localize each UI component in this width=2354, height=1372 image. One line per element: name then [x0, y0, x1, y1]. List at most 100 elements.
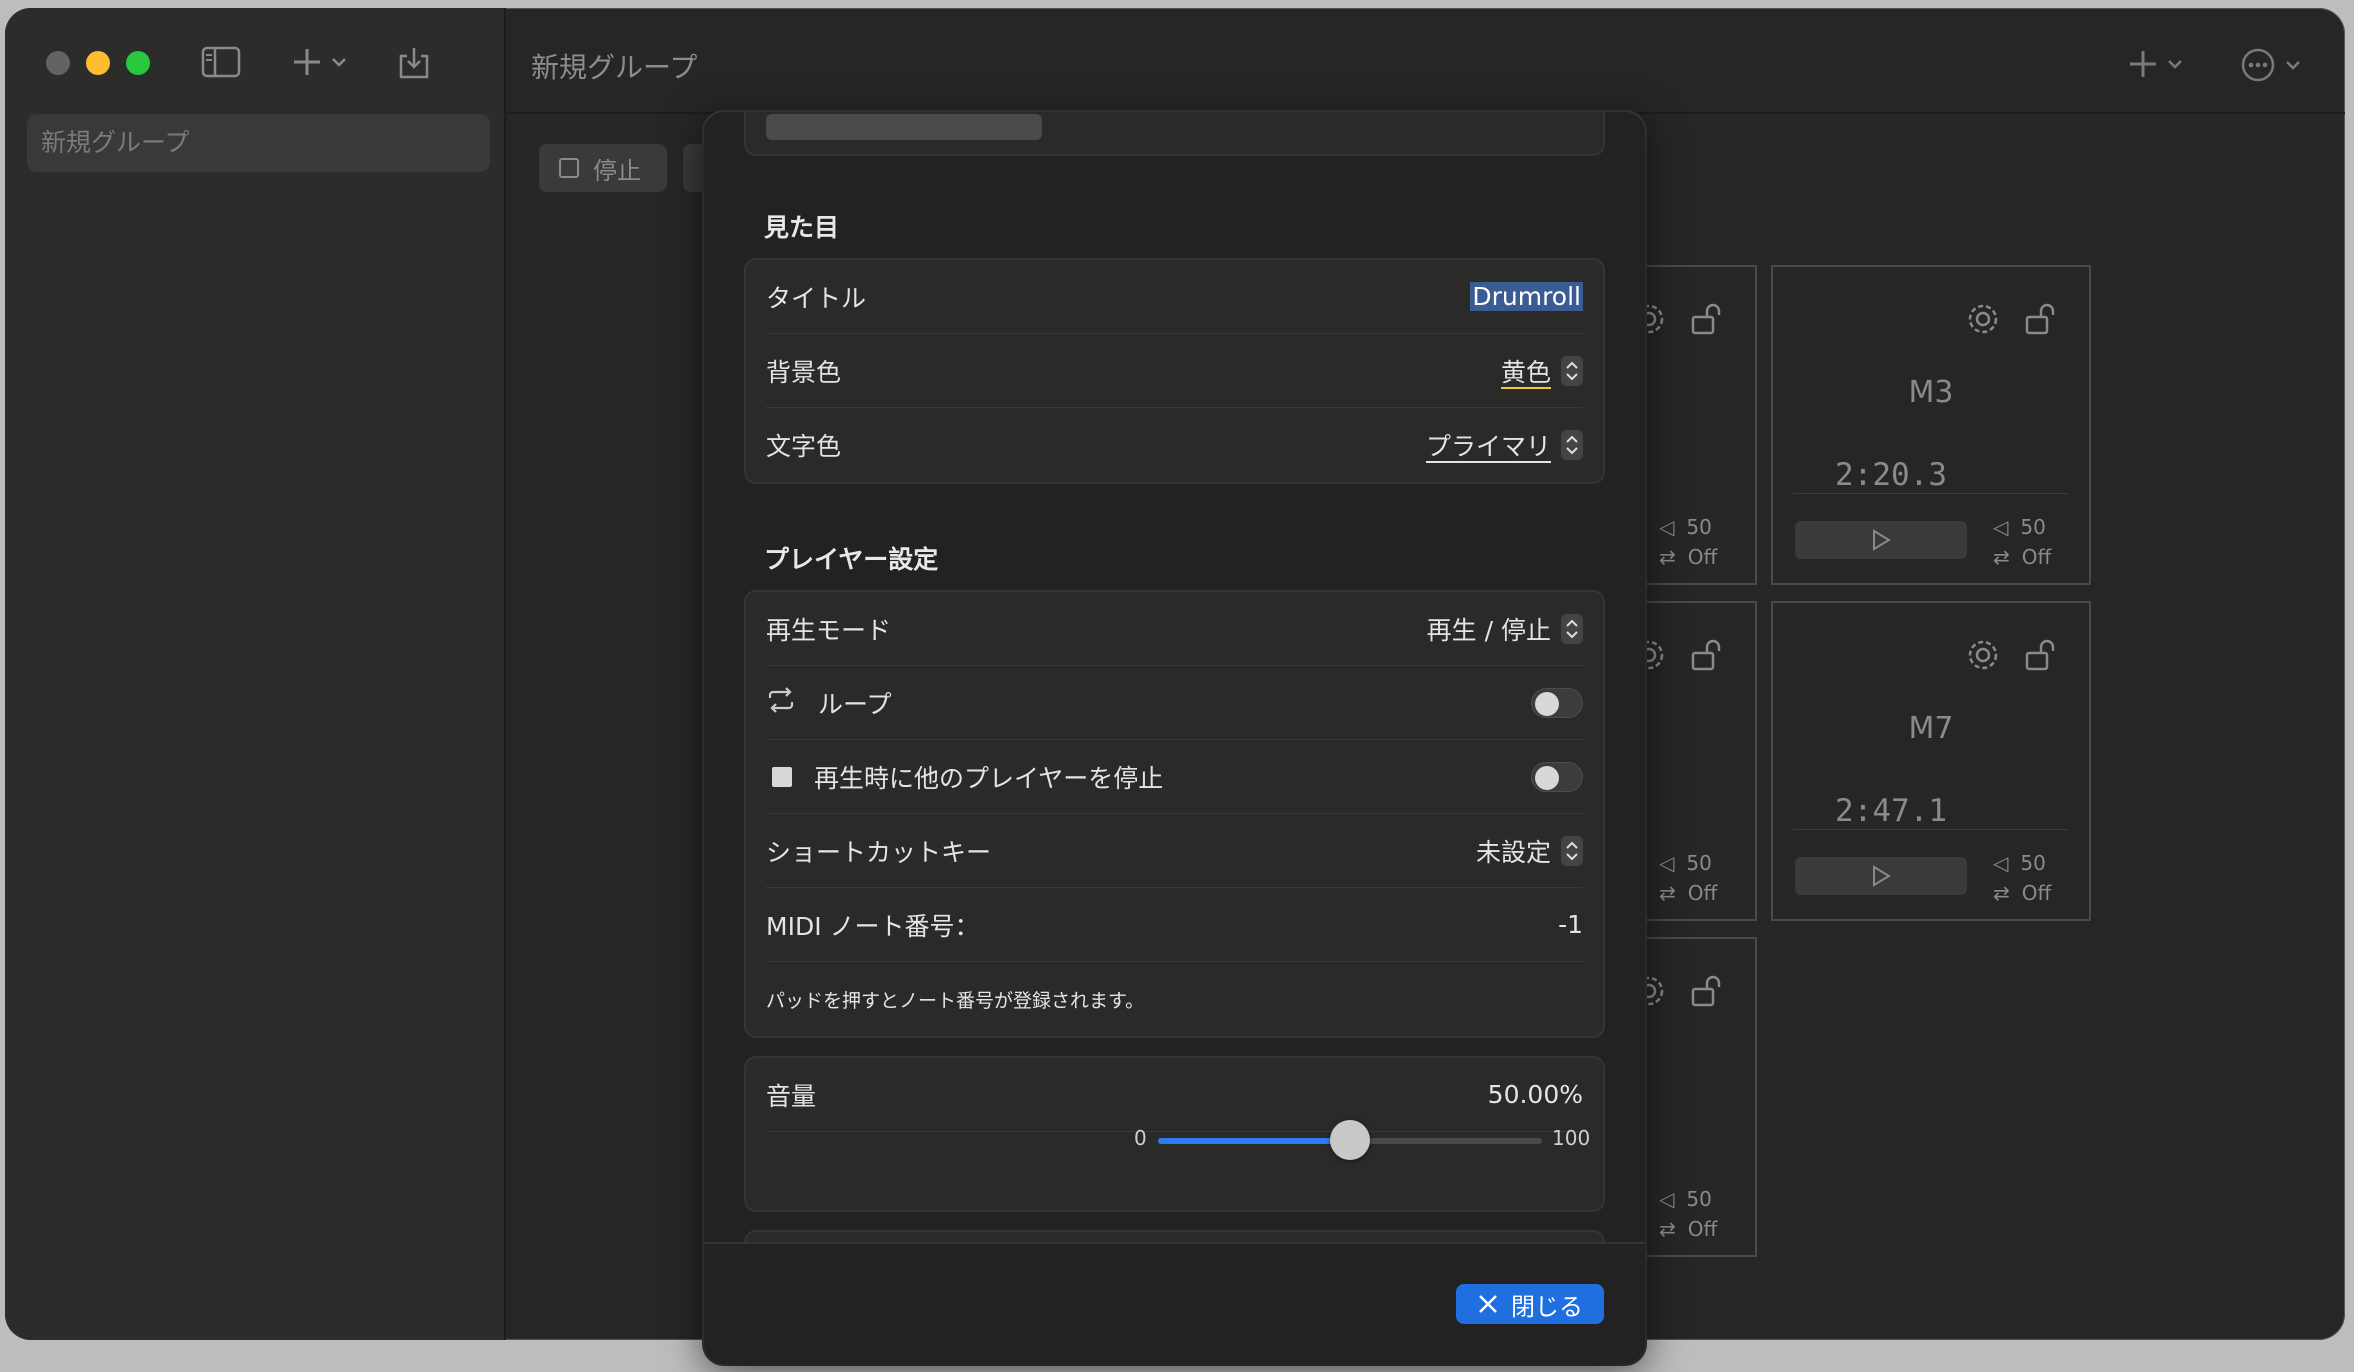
- window-zoom-button[interactable]: [126, 51, 150, 75]
- player-card: 再生モード 再生 / 停止 ループ 再生時に他のプレイヤーを停止 ショートカット…: [744, 590, 1605, 1038]
- title-row: タイトル Drumroll: [766, 260, 1583, 334]
- play-mode-value: 再生 / 停止: [1426, 615, 1551, 645]
- stop-square-icon: [772, 766, 792, 787]
- up-down-chevron-icon: [1561, 613, 1583, 644]
- shortcut-label: ショートカットキー: [766, 837, 992, 867]
- play-button[interactable]: [1795, 857, 1967, 895]
- pad-time: 2:47.1: [1835, 793, 1947, 829]
- add-pad-icon[interactable]: [2127, 48, 2193, 84]
- unlock-icon[interactable]: [1689, 973, 1725, 1013]
- pad-volume: ◁ 50: [1659, 515, 1712, 539]
- close-icon: [1479, 1295, 1497, 1313]
- sidebar: 新規グループ: [5, 8, 506, 1340]
- unlock-icon[interactable]: [2023, 637, 2059, 677]
- loop-icon: ⇄: [1659, 1217, 1676, 1241]
- pad-divider: [1793, 493, 2069, 494]
- play-button[interactable]: [1795, 521, 1967, 559]
- pad-loop: ⇄ Off: [1659, 545, 1717, 569]
- add-menu-icon[interactable]: [291, 46, 357, 82]
- background-color-value: 黄色: [1500, 357, 1551, 387]
- volume-label: 音量: [766, 1081, 817, 1111]
- clipped-button-row[interactable]: [766, 114, 1042, 140]
- play-icon: [1873, 529, 1891, 551]
- volume-max-label: 100: [1552, 1126, 1591, 1150]
- pad-m7[interactable]: M7 2:47.1 ◁ 50 ⇄ Off: [1771, 601, 2091, 921]
- loop-icon: [766, 686, 796, 719]
- pad-name: M3: [1908, 375, 1954, 410]
- title-input[interactable]: Drumroll: [1470, 282, 1583, 311]
- volume-card: 音量 50.00% 0 100: [744, 1056, 1605, 1212]
- text-color-label: 文字色: [766, 432, 842, 461]
- pad-name: M7: [1908, 711, 1954, 746]
- text-color-value: プライマリ: [1425, 432, 1551, 461]
- speaker-icon: ◁: [1659, 515, 1675, 539]
- close-button[interactable]: 閉じる: [1456, 1284, 1604, 1324]
- stop-all-button[interactable]: 停止: [539, 144, 667, 192]
- more-options-icon[interactable]: [2241, 48, 2311, 86]
- stop-others-toggle[interactable]: [1531, 761, 1583, 792]
- speaker-icon: ◁: [1659, 1187, 1675, 1211]
- volume-value: 50.00%: [1487, 1080, 1583, 1109]
- play-mode-row: 再生モード 再生 / 停止: [766, 592, 1583, 666]
- pad-loop: ⇄ Off: [1993, 545, 2051, 569]
- pad-loop-value: Off: [1687, 881, 1718, 905]
- volume-min-label: 0: [1134, 1126, 1147, 1150]
- sidebar-toggle-icon[interactable]: [201, 46, 241, 82]
- background-color-label: 背景色: [766, 357, 842, 387]
- text-color-picker[interactable]: プライマリ: [1426, 427, 1583, 463]
- play-mode-picker[interactable]: 再生 / 停止: [1427, 611, 1583, 647]
- play-icon: [1873, 865, 1891, 887]
- pad-loop-value: Off: [2021, 545, 2052, 569]
- gear-icon[interactable]: [1965, 637, 2001, 677]
- loop-icon: ⇄: [1659, 881, 1676, 905]
- pad-loop: ⇄ Off: [1659, 1217, 1717, 1241]
- import-icon[interactable]: [397, 46, 431, 84]
- volume-row: 音量 50.00%: [766, 1058, 1583, 1132]
- player-section-title: プレイヤー設定: [764, 545, 939, 574]
- stop-others-row: 再生時に他のプレイヤーを停止: [766, 740, 1583, 814]
- pad-loop: ⇄ Off: [1659, 881, 1717, 905]
- volume-slider-fill: [1158, 1138, 1350, 1144]
- pad-settings-sheet: 見た目 タイトル Drumroll 背景色 黄色 文字色 プライマリ プレイヤー…: [704, 112, 1645, 1364]
- unlock-icon[interactable]: [2023, 301, 2059, 341]
- pad-volume: ◁ 50: [1993, 515, 2046, 539]
- up-down-chevron-icon: [1561, 835, 1583, 866]
- gear-icon[interactable]: [1965, 301, 2001, 341]
- pad-volume-value: 50: [1686, 1187, 1712, 1211]
- loop-row: ループ: [766, 666, 1583, 740]
- pad-divider: [1793, 829, 2069, 830]
- title-label: タイトル: [766, 283, 867, 313]
- volume-slider[interactable]: [1158, 1120, 1542, 1160]
- background-color-picker[interactable]: 黄色: [1501, 353, 1583, 389]
- pad-loop: ⇄ Off: [1993, 881, 2051, 905]
- pad-m3[interactable]: M3 2:20.3 ◁ 50 ⇄ Off: [1771, 265, 2091, 585]
- speaker-icon: ◁: [1993, 515, 2009, 539]
- pad-loop-value: Off: [1687, 545, 1718, 569]
- midi-value[interactable]: -1: [1558, 910, 1583, 939]
- unlock-icon[interactable]: [1689, 637, 1725, 677]
- pad-time: 2:20.3: [1835, 457, 1947, 493]
- shortcut-picker[interactable]: 未設定: [1476, 833, 1583, 869]
- loop-icon: ⇄: [1993, 545, 2010, 569]
- speaker-icon: ◁: [1993, 851, 2009, 875]
- window-minimize-button[interactable]: [86, 51, 110, 75]
- up-down-chevron-icon: [1561, 355, 1583, 386]
- loop-toggle[interactable]: [1531, 687, 1583, 718]
- loop-icon: ⇄: [1993, 881, 2010, 905]
- midi-row: MIDI ノート番号： -1: [766, 888, 1583, 962]
- background-color-row: 背景色 黄色: [766, 334, 1583, 408]
- pad-volume: ◁ 50: [1659, 1187, 1712, 1211]
- pad-volume-value: 50: [2020, 515, 2046, 539]
- pad-volume-value: 50: [1686, 515, 1712, 539]
- window-close-button[interactable]: [46, 51, 70, 75]
- loop-label: ループ: [818, 689, 892, 719]
- unlock-icon[interactable]: [1689, 301, 1725, 341]
- sidebar-item-group[interactable]: 新規グループ: [27, 114, 490, 172]
- pad-loop-value: Off: [1687, 1217, 1718, 1241]
- close-label: 閉じる: [1511, 1292, 1583, 1321]
- shortcut-value: 未設定: [1475, 837, 1551, 867]
- stop-icon: [559, 158, 579, 178]
- volume-slider-thumb[interactable]: [1330, 1120, 1370, 1160]
- stop-all-label: 停止: [593, 156, 641, 185]
- midi-hint-row: パッドを押すとノート番号が登録されます。: [766, 962, 1583, 1036]
